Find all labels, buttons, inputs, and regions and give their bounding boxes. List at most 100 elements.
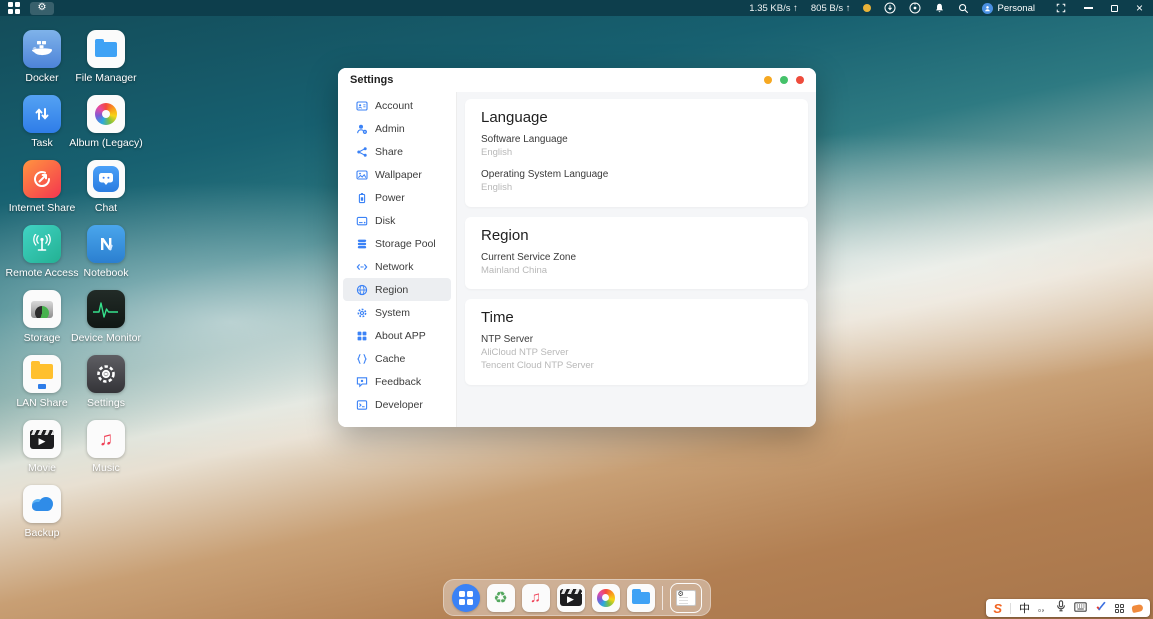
ime-toolbar: S 中 。，: [986, 599, 1150, 617]
soft-keyboard-icon[interactable]: [1074, 599, 1087, 617]
music-note-icon: ♫: [87, 420, 125, 458]
punctuation-toggle[interactable]: 。，: [1038, 603, 1048, 614]
desktop-icon-settings[interactable]: Settings: [74, 355, 138, 420]
fullscreen-icon[interactable]: [1056, 3, 1066, 13]
sidebar-item-disk[interactable]: Disk: [343, 209, 451, 232]
feedback-bubble-icon: [356, 376, 368, 388]
dock-file-manager[interactable]: [627, 584, 655, 612]
settings-sidebar: Account Admin Share Wallpaper Power: [338, 92, 457, 427]
globe-icon: [356, 284, 368, 296]
sogou-logo-icon[interactable]: S: [993, 602, 1002, 615]
time-card: Time NTP Server AliCloud NTP Server Tenc…: [465, 299, 808, 385]
setting-row-software-language[interactable]: Software Language English: [481, 134, 792, 160]
desktop-icon-movie[interactable]: ▶ Movie: [10, 420, 74, 485]
share-nodes-icon: [356, 146, 368, 158]
yellow-status-dot[interactable]: [863, 4, 871, 12]
toolbox-icon[interactable]: [1115, 604, 1124, 613]
close-button[interactable]: ×: [1136, 3, 1143, 13]
dock-trash[interactable]: ♻: [487, 584, 515, 612]
gear-icon: [356, 307, 368, 319]
dock-album[interactable]: [592, 584, 620, 612]
recycle-icon: ♻: [493, 588, 507, 608]
window-titlebar[interactable]: Settings: [338, 68, 816, 92]
sidebar-item-admin[interactable]: Admin: [343, 117, 451, 140]
sidebar-item-system[interactable]: System: [343, 301, 451, 324]
dock-music[interactable]: ♫: [522, 584, 550, 612]
desktop-icon-label: Remote Access: [6, 267, 79, 279]
search-icon[interactable]: [958, 3, 969, 14]
docker-whale-icon: [23, 30, 61, 68]
desktop-icon-label: Device Monitor: [71, 332, 141, 344]
dock: ♻ ♫ ▶: [443, 579, 711, 616]
id-card-icon: [356, 100, 368, 112]
sidebar-item-feedback[interactable]: Feedback: [343, 370, 451, 393]
app-grid-icon: [459, 591, 473, 605]
antenna-icon: [23, 225, 61, 263]
desktop-icon-lan-share[interactable]: LAN Share: [10, 355, 74, 420]
minimize-button[interactable]: [1084, 7, 1093, 9]
setting-row-service-zone[interactable]: Current Service Zone Mainland China: [481, 252, 792, 278]
sidebar-item-account[interactable]: Account: [343, 94, 451, 117]
setting-row-ntp-server[interactable]: NTP Server AliCloud NTP Server Tencent C…: [481, 334, 792, 373]
skin-icon[interactable]: [1095, 599, 1107, 617]
notifications-bell-icon[interactable]: [934, 2, 945, 14]
user-label: Personal: [997, 3, 1035, 14]
desktop-icon-music[interactable]: ♫ Music: [74, 420, 138, 485]
yellow-folder-network-icon: [23, 355, 61, 393]
sidebar-item-developer[interactable]: Developer: [343, 393, 451, 416]
sidebar-item-power[interactable]: Power: [343, 186, 451, 209]
dock-movie[interactable]: ▶: [557, 584, 585, 612]
desktop-icon-label: Task: [31, 137, 53, 149]
dock-running-settings[interactable]: [670, 583, 702, 613]
desktop-icon-label: File Manager: [75, 72, 136, 84]
desktop-icon-internet-share[interactable]: Internet Share: [10, 160, 74, 225]
record-circle-icon[interactable]: [909, 2, 921, 14]
minimize-dot-button[interactable]: [764, 76, 772, 84]
sidebar-item-storage-pool[interactable]: Storage Pool: [343, 232, 451, 255]
sidebar-item-cache[interactable]: Cache: [343, 347, 451, 370]
desktop-icon-album-legacy[interactable]: Album (Legacy): [74, 95, 138, 160]
admin-user-icon: [356, 123, 368, 135]
desktop-icon-docker[interactable]: Docker: [10, 30, 74, 95]
desktop-icon-label: Storage: [24, 332, 61, 344]
sidebar-item-wallpaper[interactable]: Wallpaper: [343, 163, 451, 186]
section-title: Region: [481, 227, 792, 244]
app-launcher-icon[interactable]: [8, 2, 20, 14]
desktop-icon-backup[interactable]: Backup: [10, 485, 74, 550]
sidebar-item-share[interactable]: Share: [343, 140, 451, 163]
close-dot-button[interactable]: [796, 76, 804, 84]
restore-button[interactable]: [1111, 5, 1118, 12]
sidebar-item-about-app[interactable]: About APP: [343, 324, 451, 347]
desktop-icon-remote-access[interactable]: Remote Access: [10, 225, 74, 290]
desktop-icon-device-monitor[interactable]: Device Monitor: [74, 290, 138, 355]
settings-app-taskbar-button[interactable]: ⚙: [30, 2, 54, 15]
maximize-dot-button[interactable]: [780, 76, 788, 84]
language-mode-toggle[interactable]: 中: [1019, 600, 1030, 616]
clapperboard-icon: ▶: [23, 420, 61, 458]
user-menu[interactable]: Personal: [982, 3, 1035, 14]
desktop-icon-chat[interactable]: Chat: [74, 160, 138, 225]
assistant-icon[interactable]: [1131, 603, 1143, 612]
desktop-icon-file-manager[interactable]: File Manager: [74, 30, 138, 95]
desktop-icon-task[interactable]: Task: [10, 95, 74, 160]
gear-icon: [87, 355, 125, 393]
desktop-icon-label: Chat: [95, 202, 117, 214]
desktop-icon-storage[interactable]: Storage: [10, 290, 74, 355]
top-taskbar: ⚙ 1.35 KB/s ↑ 805 B/s ↑ Pers: [0, 0, 1153, 16]
desktop-icon-notebook[interactable]: Notebook: [74, 225, 138, 290]
pinwheel-icon: [87, 95, 125, 133]
sidebar-item-region[interactable]: Region: [343, 278, 451, 301]
download-circle-icon[interactable]: [884, 2, 896, 14]
settings-window: Settings Account Admin Share: [338, 68, 816, 427]
desktop: ⚙ 1.35 KB/s ↑ 805 B/s ↑ Pers: [0, 0, 1153, 619]
setting-row-os-language[interactable]: Operating System Language English: [481, 169, 792, 195]
dock-app-center[interactable]: [452, 584, 480, 612]
desktop-icon-label: Backup: [24, 527, 59, 539]
up-down-arrows-icon: [23, 95, 61, 133]
braces-icon: [356, 353, 368, 365]
desktop-icon-label: Docker: [25, 72, 58, 84]
sidebar-item-network[interactable]: Network: [343, 255, 451, 278]
chat-bubble-icon: [87, 160, 125, 198]
microphone-icon[interactable]: [1056, 599, 1066, 617]
picture-icon: [356, 169, 368, 181]
